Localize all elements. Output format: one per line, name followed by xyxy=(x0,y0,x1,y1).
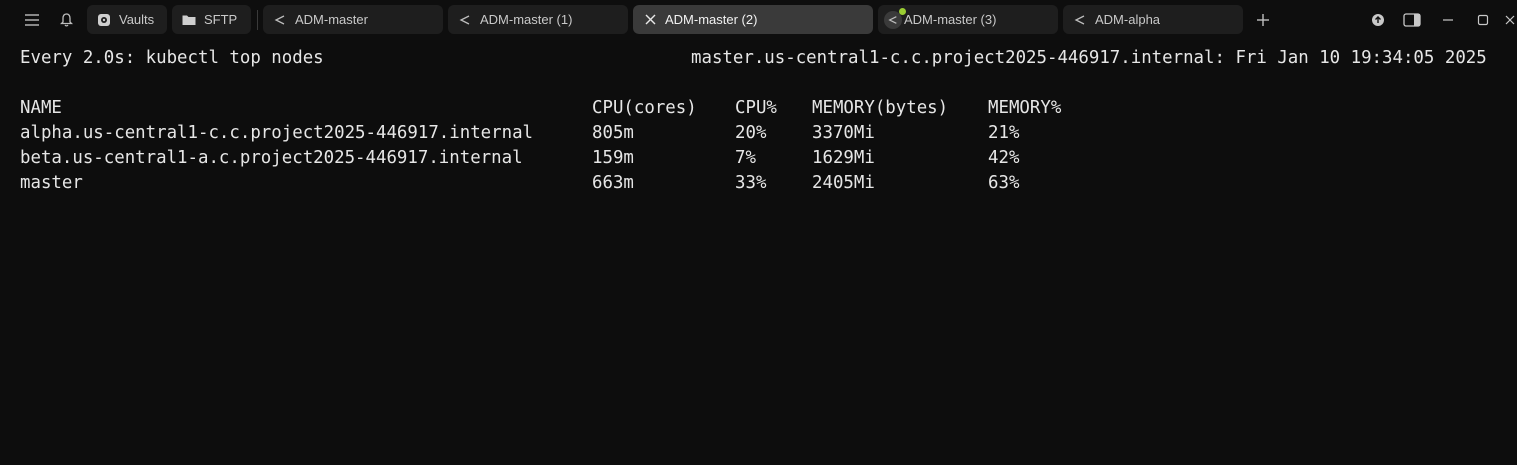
watch-host-time: master.us-central1-c.c.project2025-44691… xyxy=(691,48,1487,68)
node-name: master xyxy=(20,173,83,193)
cpu-percent: 7% xyxy=(735,148,756,168)
memory-percent: 42% xyxy=(988,148,1020,168)
tab-adm-master-1[interactable]: ADM-master (1) xyxy=(448,5,628,34)
cpu-percent: 33% xyxy=(735,173,767,193)
upload-icon[interactable] xyxy=(1366,8,1390,32)
column-header-memory-bytes: MEMORY(bytes) xyxy=(812,98,949,118)
terminal-output[interactable]: Every 2.0s: kubectl top nodes master.us-… xyxy=(0,40,1517,465)
column-header-memory-percent: MEMORY% xyxy=(988,98,1062,118)
activity-indicator xyxy=(899,8,906,15)
cpu-cores: 663m xyxy=(592,173,634,193)
close-icon[interactable] xyxy=(643,13,657,27)
sftp-button[interactable]: SFTP xyxy=(172,5,251,34)
vaults-label: Vaults xyxy=(119,12,155,27)
toolbar-divider xyxy=(257,10,258,30)
memory-percent: 63% xyxy=(988,173,1020,193)
hamburger-menu-icon[interactable] xyxy=(20,8,44,32)
vault-icon xyxy=(97,13,111,27)
tab-adm-master-2[interactable]: ADM-master (2) xyxy=(633,5,873,34)
minimize-icon[interactable] xyxy=(1436,8,1460,32)
vaults-button[interactable]: Vaults xyxy=(87,5,167,34)
cpu-percent: 20% xyxy=(735,123,767,143)
bell-icon[interactable] xyxy=(54,8,78,32)
title-bar: Vaults SFTP ADM-master ADM-master (1) AD… xyxy=(0,0,1517,40)
sftp-label: SFTP xyxy=(204,12,238,27)
terminal-prompt-icon xyxy=(273,13,287,27)
maximize-icon[interactable] xyxy=(1471,8,1495,32)
folder-icon xyxy=(182,13,196,27)
tab-label: ADM-master (2) xyxy=(665,12,758,27)
memory-bytes: 3370Mi xyxy=(812,123,875,143)
tab-adm-master[interactable]: ADM-master xyxy=(263,5,443,34)
memory-bytes: 1629Mi xyxy=(812,148,875,168)
plus-icon[interactable] xyxy=(1251,8,1275,32)
column-header-name: NAME xyxy=(20,98,62,118)
tab-label: ADM-master (3) xyxy=(904,12,997,27)
memory-bytes: 2405Mi xyxy=(812,173,875,193)
cpu-cores: 159m xyxy=(592,148,634,168)
close-window-icon[interactable] xyxy=(1504,8,1517,32)
sidebar-toggle-icon[interactable] xyxy=(1400,8,1424,32)
node-name: beta.us-central1-a.c.project2025-446917.… xyxy=(20,148,523,168)
terminal-prompt-icon xyxy=(458,13,472,27)
terminal-prompt-icon xyxy=(1073,13,1087,27)
tab-label: ADM-master xyxy=(295,12,368,27)
tab-label: ADM-master (1) xyxy=(480,12,573,27)
tab-adm-alpha[interactable]: ADM-alpha xyxy=(1063,5,1243,34)
node-name: alpha.us-central1-c.c.project2025-446917… xyxy=(20,123,534,143)
watch-command: Every 2.0s: kubectl top nodes xyxy=(20,48,324,68)
column-header-cpu-cores: CPU(cores) xyxy=(592,98,697,118)
tab-label: ADM-alpha xyxy=(1095,12,1161,27)
cpu-cores: 805m xyxy=(592,123,634,143)
column-header-cpu-percent: CPU% xyxy=(735,98,777,118)
memory-percent: 21% xyxy=(988,123,1020,143)
